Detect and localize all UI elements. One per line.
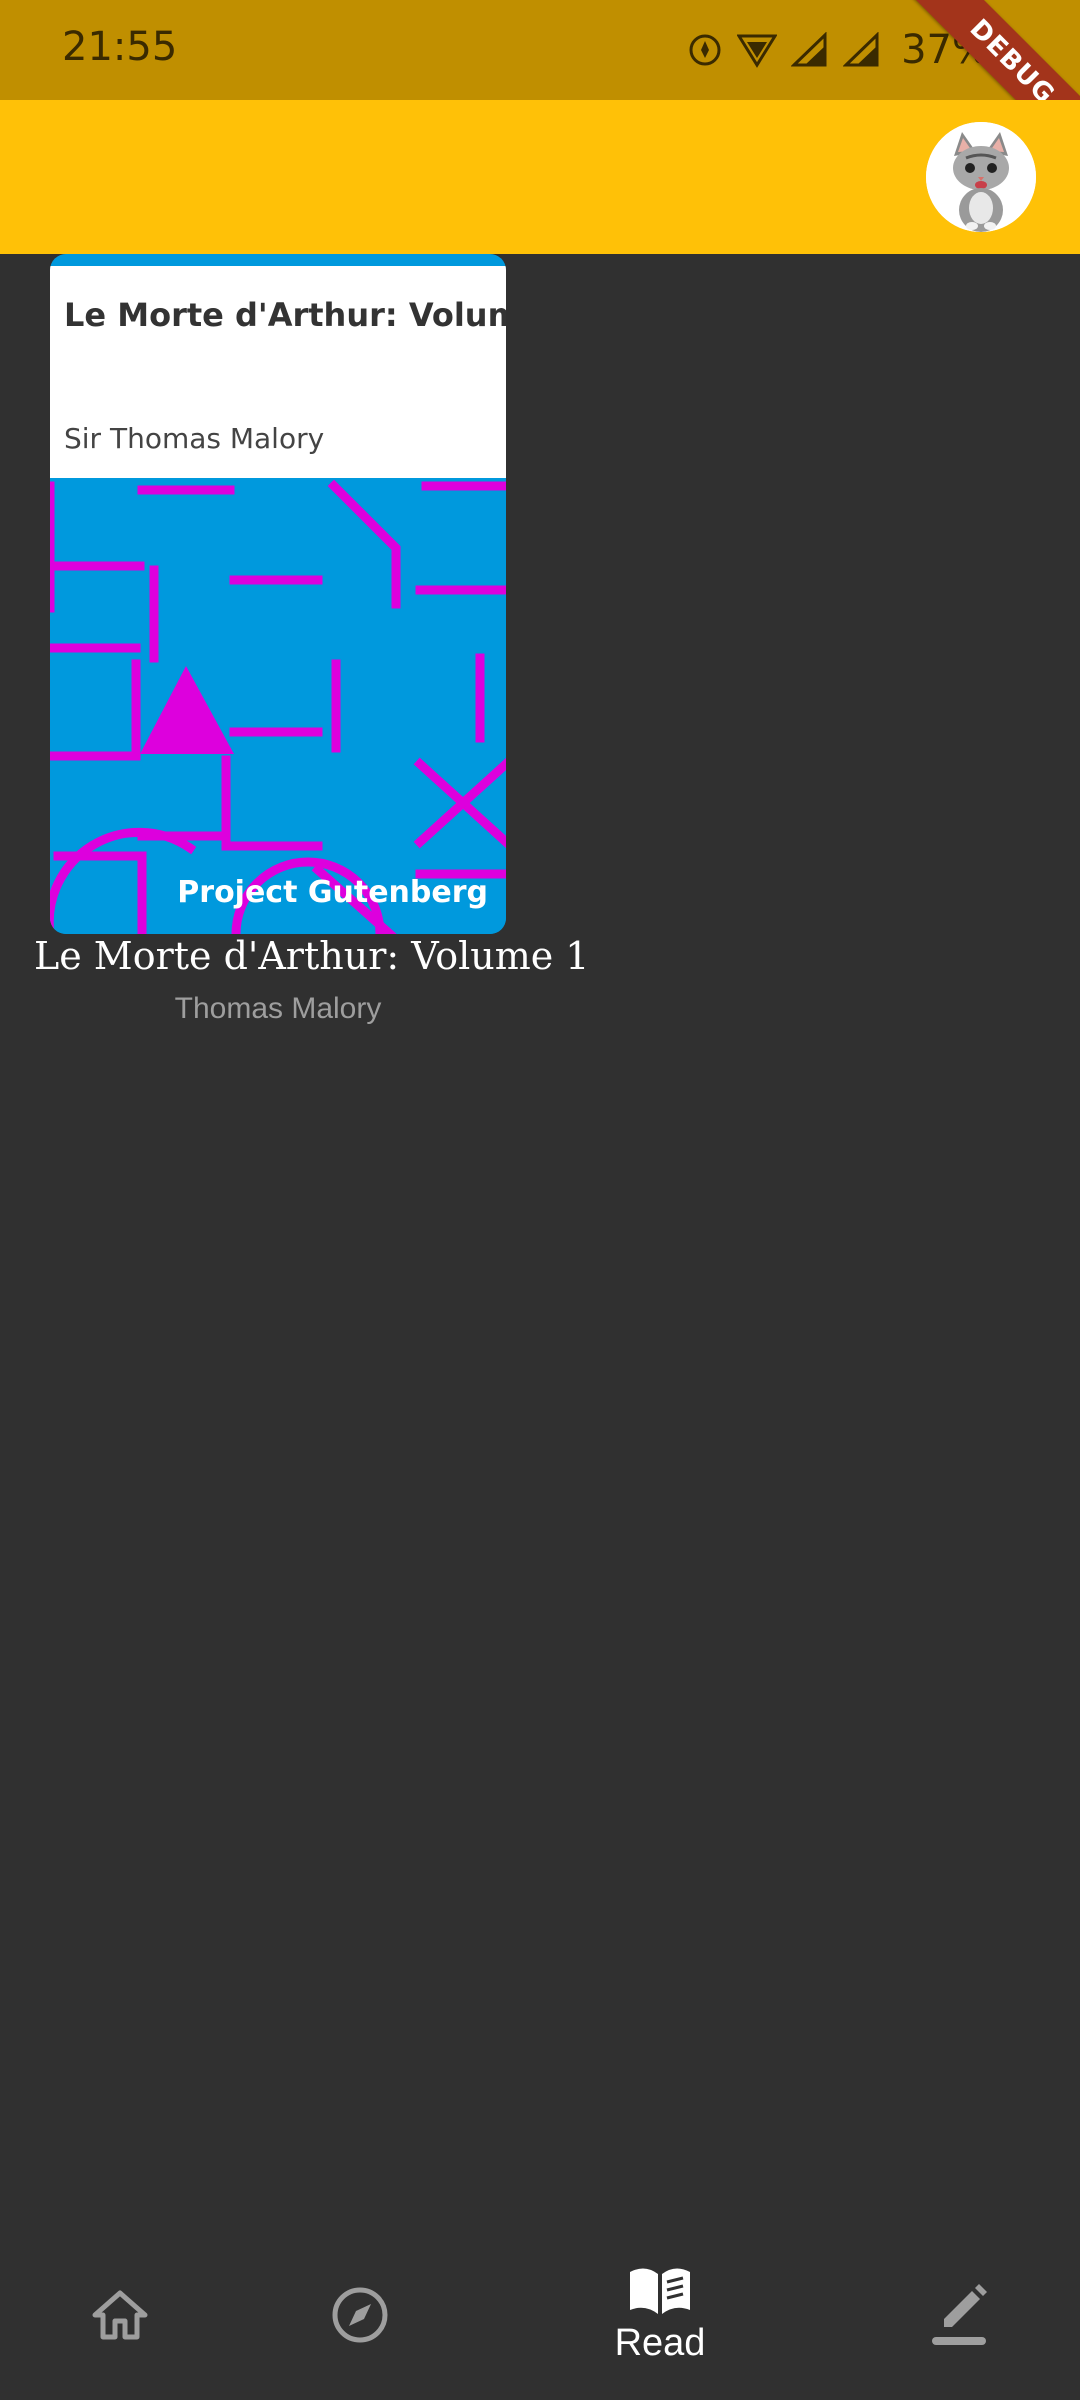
bottom-navigation: Read bbox=[0, 2230, 1080, 2400]
book-title: Le Morte d'Arthur: Volume 1 bbox=[34, 934, 590, 978]
compass-icon bbox=[332, 2287, 388, 2343]
nav-read-label: Read bbox=[614, 2321, 706, 2364]
data-saver-icon bbox=[687, 32, 723, 68]
wifi-icon bbox=[737, 32, 778, 68]
book-author: Thomas Malory bbox=[174, 992, 382, 1025]
avatar[interactable] bbox=[926, 122, 1036, 232]
nav-write[interactable] bbox=[900, 2230, 1020, 2400]
signal-icon bbox=[791, 32, 829, 68]
cover-author: Sir Thomas Malory bbox=[64, 422, 325, 455]
cover-art bbox=[50, 478, 506, 934]
cover-header: Le Morte d'Arthur: Volume 1 Sir Thomas M… bbox=[50, 266, 506, 478]
kitten-avatar-icon bbox=[926, 122, 1036, 232]
app-bar bbox=[0, 100, 1080, 254]
status-icons: 37% bbox=[687, 22, 990, 78]
cover-title: Le Morte d'Arthur: Volume 1 bbox=[64, 296, 506, 334]
status-time: 21:55 bbox=[62, 24, 178, 70]
book-cover[interactable]: Le Morte d'Arthur: Volume 1 Sir Thomas M… bbox=[50, 254, 506, 934]
nav-home[interactable] bbox=[60, 2230, 180, 2400]
nav-read[interactable]: Read bbox=[580, 2230, 740, 2400]
book-open-icon bbox=[630, 2267, 690, 2314]
home-icon bbox=[92, 2290, 148, 2340]
nav-explore[interactable] bbox=[300, 2230, 420, 2400]
edit-icon bbox=[932, 2284, 987, 2345]
signal-icon bbox=[843, 32, 881, 68]
cover-publisher: Project Gutenberg bbox=[177, 875, 488, 910]
status-bar: 21:55 37% DEBUG bbox=[0, 0, 1080, 171]
